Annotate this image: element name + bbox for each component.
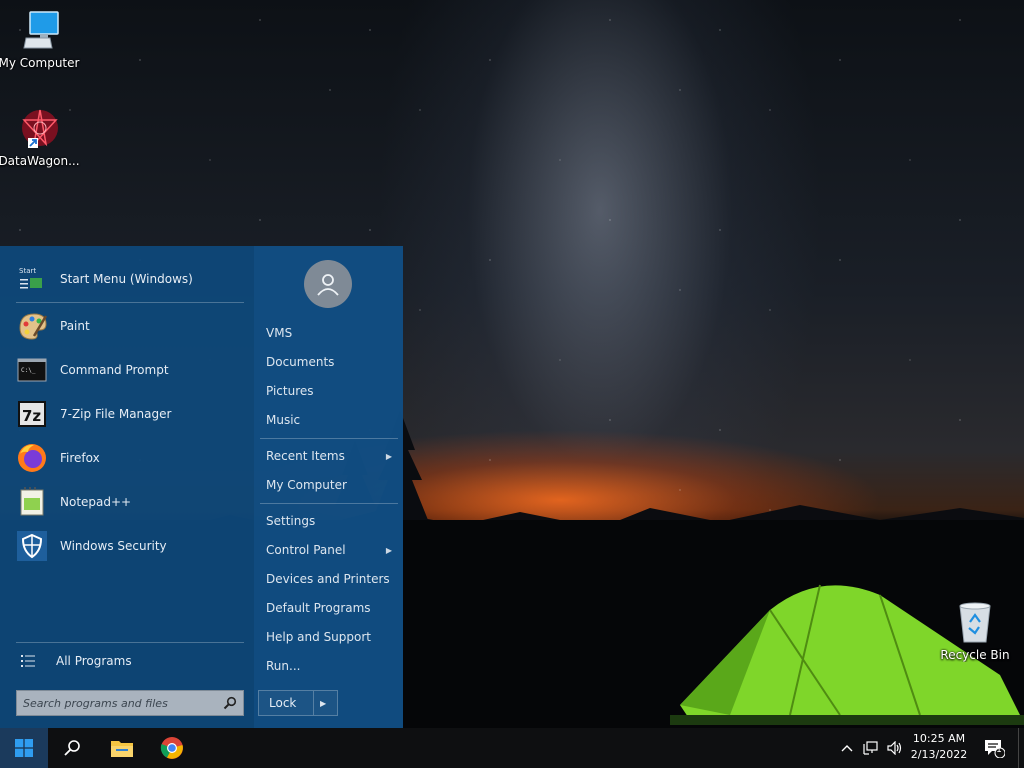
desktop-icon-my-computer[interactable]: My Computer	[0, 8, 81, 70]
taskbar-file-explorer[interactable]	[98, 728, 146, 768]
all-programs-label: All Programs	[56, 654, 132, 668]
lock-label: Lock	[269, 696, 297, 710]
program-label: Windows Security	[60, 539, 167, 553]
start-menu-header-label: Start Menu (Windows)	[60, 272, 193, 286]
action-center-button[interactable]: 1	[980, 728, 1008, 768]
desktop-icon-datawagon[interactable]: DataWagon...	[0, 106, 81, 168]
menu-item-label: Music	[266, 413, 301, 427]
tray-network[interactable]	[860, 728, 882, 768]
menu-item-control-panel[interactable]: Control Panel ▶	[266, 539, 396, 561]
list-icon	[21, 655, 35, 667]
search-icon[interactable]	[223, 696, 237, 710]
datawagon-shortcut-icon	[22, 109, 58, 148]
windows-start-icon	[15, 739, 33, 757]
divider	[16, 642, 244, 643]
menu-item-label: Run...	[266, 659, 301, 673]
chevron-up-icon	[841, 745, 853, 752]
desktop-icon-label: DataWagon...	[0, 154, 80, 168]
desktop-icon-label: Recycle Bin	[940, 648, 1010, 662]
tray-volume[interactable]	[884, 728, 906, 768]
start-button[interactable]	[0, 728, 48, 768]
search-icon	[64, 740, 80, 756]
program-label: Notepad++	[60, 495, 132, 509]
shield-icon	[16, 530, 48, 562]
desktop-icon-label: My Computer	[0, 56, 80, 70]
start-menu-logo-icon: Start	[19, 267, 42, 289]
taskbar: 10:25 AM 2/13/2022 1	[0, 728, 1024, 768]
menu-item-pictures[interactable]: Pictures	[266, 380, 396, 402]
program-command-prompt[interactable]: C:\_ Command Prompt	[16, 352, 246, 388]
power-options-arrow-icon[interactable]: ▶	[320, 699, 326, 708]
user-icon	[317, 274, 339, 296]
submenu-arrow-icon: ▶	[385, 451, 392, 461]
search-input[interactable]	[17, 695, 223, 711]
menu-item-documents[interactable]: Documents	[266, 351, 396, 373]
menu-item-label: Control Panel	[266, 543, 346, 557]
notepad-plus-plus-icon	[16, 486, 48, 518]
program-paint[interactable]: Paint	[16, 308, 246, 344]
recycle-bin-icon	[959, 602, 991, 643]
menu-item-label: Documents	[266, 355, 335, 369]
menu-item-recent-items[interactable]: Recent Items ▶	[266, 445, 396, 467]
menu-item-vms[interactable]: VMS	[266, 322, 396, 344]
taskbar-clock[interactable]: 10:25 AM 2/13/2022	[906, 731, 972, 765]
command-prompt-icon: C:\_	[16, 354, 48, 386]
program-label: Command Prompt	[60, 363, 169, 377]
program-label: Firefox	[60, 451, 100, 465]
program-firefox[interactable]: Firefox	[16, 440, 246, 476]
menu-item-music[interactable]: Music	[266, 409, 396, 431]
menu-item-label: Pictures	[266, 384, 314, 398]
notification-count-badge: 1	[996, 745, 1002, 755]
start-menu-left-column: Start Start Menu (Windows) Paint C:\_ Co…	[0, 246, 254, 728]
menu-item-default-programs[interactable]: Default Programs	[266, 597, 396, 619]
command-prompt-icon-text: C:\_	[21, 367, 36, 374]
menu-item-settings[interactable]: Settings	[266, 510, 396, 532]
firefox-icon	[16, 442, 48, 474]
divider	[260, 438, 398, 439]
menu-item-label: Recent Items	[266, 449, 345, 463]
7zip-icon: 7z	[16, 398, 48, 430]
menu-item-label: Help and Support	[266, 630, 371, 644]
menu-item-label: Default Programs	[266, 601, 371, 615]
search-box	[16, 690, 244, 716]
lock-button[interactable]: Lock ▶	[258, 690, 338, 716]
taskbar-search-button[interactable]	[48, 728, 96, 768]
program-notepad-plus-plus[interactable]: Notepad++	[16, 484, 246, 520]
clock-date: 2/13/2022	[910, 748, 968, 761]
chrome-icon	[160, 737, 183, 759]
program-label: Paint	[60, 319, 90, 333]
user-avatar[interactable]	[304, 260, 352, 308]
menu-item-label: VMS	[266, 326, 293, 340]
menu-item-my-computer[interactable]: My Computer	[266, 474, 396, 496]
submenu-arrow-icon: ▶	[385, 545, 392, 555]
network-icon	[863, 741, 878, 755]
program-windows-security[interactable]: Windows Security	[16, 528, 246, 564]
menu-item-label: Settings	[266, 514, 316, 528]
paint-palette-icon	[16, 310, 48, 342]
program-7zip[interactable]: 7z 7-Zip File Manager	[16, 396, 246, 432]
menu-item-devices-and-printers[interactable]: Devices and Printers	[266, 568, 396, 590]
divider	[16, 302, 244, 303]
divider	[313, 691, 314, 715]
start-menu-header[interactable]: Start Start Menu (Windows)	[16, 264, 246, 294]
start-menu: Start Start Menu (Windows) Paint C:\_ Co…	[0, 246, 403, 728]
clock-time: 10:25 AM	[912, 732, 966, 745]
7zip-icon-text: 7z	[22, 407, 41, 425]
desktop-icon-recycle-bin[interactable]: Recycle Bin	[933, 600, 1017, 662]
monitor-icon	[23, 11, 59, 49]
speaker-icon	[887, 741, 902, 755]
start-menu-right-column: VMS Documents Pictures Music Recent Item…	[254, 246, 403, 728]
menu-item-run[interactable]: Run...	[266, 655, 396, 677]
menu-item-label: My Computer	[266, 478, 347, 492]
start-menu-logo-text: Start	[19, 267, 36, 275]
menu-item-help-and-support[interactable]: Help and Support	[266, 626, 396, 648]
program-label: 7-Zip File Manager	[60, 407, 172, 421]
show-desktop-button[interactable]	[1018, 728, 1024, 768]
taskbar-chrome[interactable]	[148, 728, 196, 768]
all-programs-button[interactable]: All Programs	[16, 648, 246, 674]
menu-item-label: Devices and Printers	[266, 572, 390, 586]
tray-show-hidden-icons[interactable]	[836, 728, 858, 768]
divider	[260, 503, 398, 504]
file-explorer-icon	[111, 741, 133, 757]
